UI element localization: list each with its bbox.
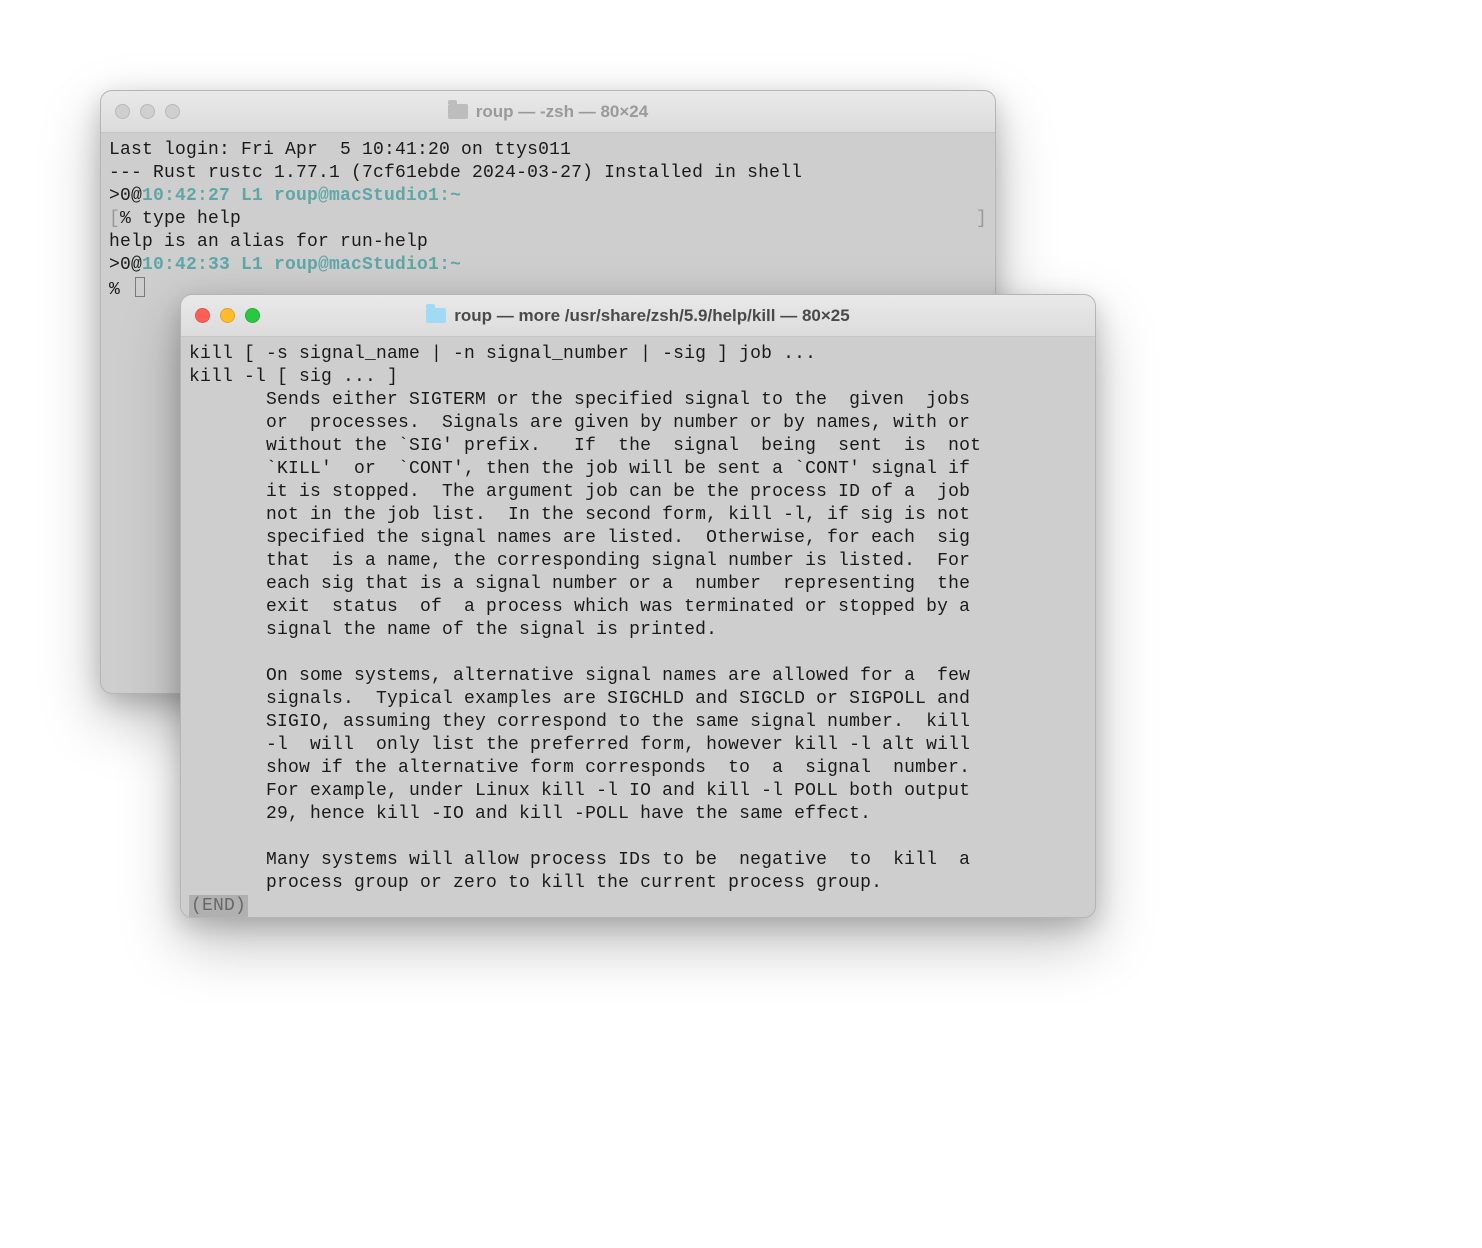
- bracket: ]: [976, 208, 987, 231]
- command: % type help: [120, 209, 241, 229]
- line: >0@: [109, 186, 142, 206]
- line: Last login: Fri Apr 5 10:41:20 on ttys01…: [109, 140, 571, 160]
- prompt-time: 10:42:27 L1 roup@macStudio1:~: [142, 186, 461, 206]
- minimize-icon[interactable]: [220, 308, 235, 323]
- window-title-text: roup — more /usr/share/zsh/5.9/help/kill…: [454, 306, 849, 326]
- bracket: [: [109, 209, 120, 229]
- end-marker: (END): [189, 895, 248, 918]
- prompt: %: [109, 280, 131, 300]
- window-title-front: roup — more /usr/share/zsh/5.9/help/kill…: [181, 306, 1095, 326]
- terminal-output-front[interactable]: kill [ -s signal_name | -n signal_number…: [181, 337, 1095, 918]
- traffic-lights-back: [115, 104, 180, 119]
- titlebar-front[interactable]: roup — more /usr/share/zsh/5.9/help/kill…: [181, 295, 1095, 337]
- terminal-window-front[interactable]: roup — more /usr/share/zsh/5.9/help/kill…: [180, 294, 1096, 918]
- window-title-text: roup — -zsh — 80×24: [476, 102, 648, 122]
- traffic-lights-front: [195, 308, 260, 323]
- line: help is an alias for run-help: [109, 232, 428, 252]
- man-page-body: kill [ -s signal_name | -n signal_number…: [189, 344, 981, 893]
- close-icon[interactable]: [115, 104, 130, 119]
- prompt-time: 10:42:33 L1 roup@macStudio1:~: [142, 255, 461, 275]
- titlebar-back[interactable]: roup — -zsh — 80×24: [101, 91, 995, 133]
- zoom-icon[interactable]: [245, 308, 260, 323]
- line: --- Rust rustc 1.77.1 (7cf61ebde 2024-03…: [109, 163, 802, 183]
- folder-icon: [426, 308, 446, 323]
- cursor-icon: [135, 277, 145, 297]
- terminal-output-back[interactable]: Last login: Fri Apr 5 10:41:20 on ttys01…: [101, 133, 995, 308]
- close-icon[interactable]: [195, 308, 210, 323]
- folder-icon: [448, 104, 468, 119]
- zoom-icon[interactable]: [165, 104, 180, 119]
- window-title-back: roup — -zsh — 80×24: [101, 102, 995, 122]
- minimize-icon[interactable]: [140, 104, 155, 119]
- line: >0@: [109, 255, 142, 275]
